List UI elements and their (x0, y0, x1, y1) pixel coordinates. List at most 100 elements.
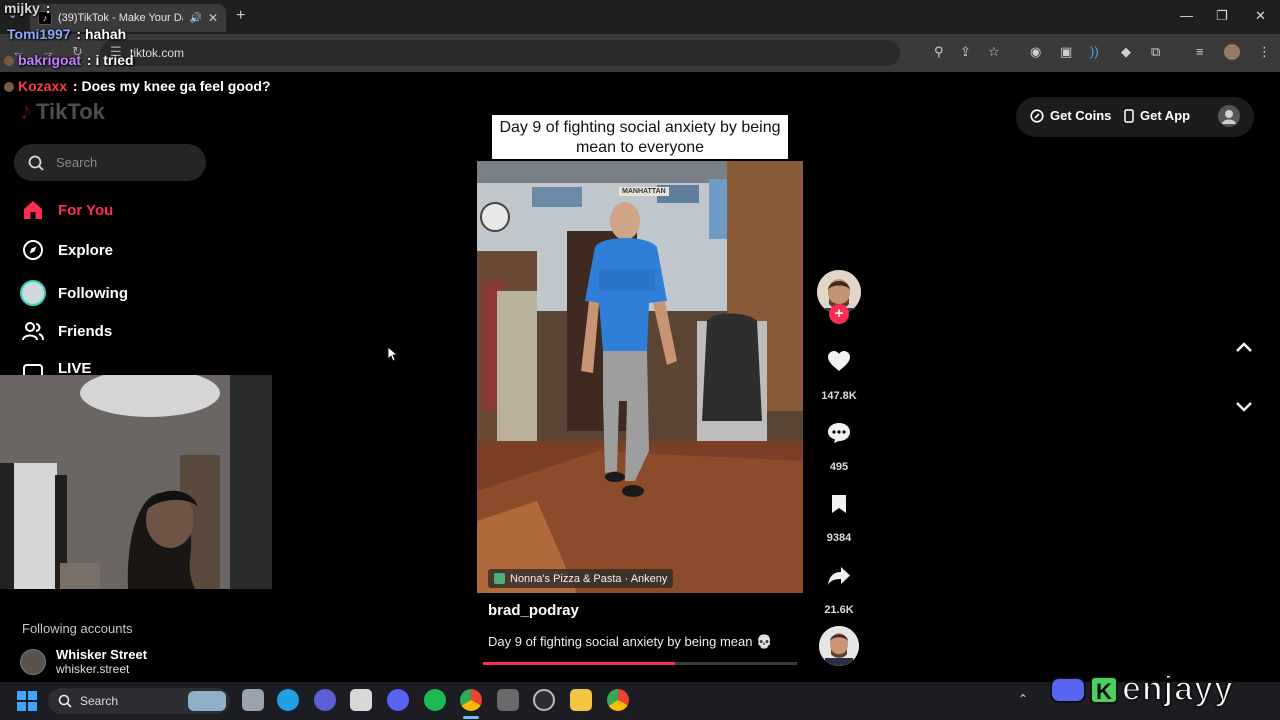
zoom-icon[interactable]: ⚲ (934, 44, 944, 60)
calculator-icon[interactable] (497, 689, 519, 711)
get-coins-button[interactable]: Get Coins (1030, 108, 1111, 123)
minimize-button[interactable]: — (1180, 8, 1193, 23)
compass-icon (22, 239, 44, 261)
nav-label: Following (58, 284, 128, 302)
save-count: 9384 (826, 532, 852, 544)
share-count: 21.6K (824, 604, 854, 616)
video-overlay-caption: Day 9 of fighting social anxiety by bein… (492, 115, 788, 159)
chat-user: Kozaxx (18, 78, 68, 94)
search-icon (58, 694, 72, 708)
sound-avatar[interactable] (819, 626, 859, 666)
url-text[interactable]: tiktok.com (130, 46, 184, 60)
chat-user: bakrigoat (18, 52, 82, 68)
sign-text: MANHATTAN (619, 187, 669, 196)
home-icon (22, 199, 44, 221)
chrome-icon[interactable] (460, 689, 482, 711)
windows-start-icon[interactable] (17, 691, 37, 711)
comment-button[interactable] (824, 418, 854, 448)
chat-text: i tried (95, 52, 134, 68)
logo-text: TikTok (36, 99, 105, 124)
share-button[interactable] (824, 561, 854, 591)
snipping-tool-icon[interactable] (350, 689, 372, 711)
avatar (20, 648, 46, 675)
follow-plus-button[interactable]: + (829, 304, 849, 324)
bookmark-icon (832, 495, 846, 513)
tray-overflow-icon[interactable]: ⌃ (1018, 692, 1028, 706)
streamer-webcam (0, 375, 272, 589)
vpn-icon[interactable] (314, 689, 336, 711)
account-name: Whisker Street (56, 647, 148, 662)
search-input[interactable]: Search (14, 144, 206, 181)
chat-user: Tomi1997 (7, 26, 71, 42)
heart-icon (828, 351, 850, 371)
kick-logo-icon: K (1090, 675, 1118, 704)
location-tag[interactable]: Nonna's Pizza & Pasta · Ankeny (488, 569, 674, 588)
nav-label: LIVE (58, 360, 92, 375)
video-author[interactable]: brad_podray (488, 602, 579, 619)
like-button[interactable] (824, 346, 854, 376)
coin-icon (1030, 108, 1044, 123)
chat-message: Kozaxx : Does my knee ga feel good? (4, 78, 271, 94)
clock-app-icon[interactable] (533, 689, 555, 711)
chat-badge-icon (4, 56, 14, 67)
browser-menu-icon[interactable]: ⋮ (1258, 44, 1271, 60)
nav-for-you[interactable]: For You (22, 199, 113, 221)
edge-icon[interactable] (277, 689, 299, 711)
get-coins-label: Get Coins (1050, 108, 1112, 123)
spotify-icon[interactable] (424, 689, 446, 711)
tiktok-note-icon: ♪ (20, 98, 32, 125)
extension-icon[interactable]: ▣ (1060, 44, 1072, 60)
taskbar-search[interactable]: Search (48, 688, 230, 714)
taskbar-search-label: Search (80, 694, 119, 708)
comment-count: 495 (829, 461, 849, 473)
profile-avatar-icon[interactable] (1224, 44, 1240, 60)
streamer-brand-overlay: K enjayy (1050, 669, 1234, 709)
extensions-puzzle-icon[interactable]: ⧉ (1151, 44, 1160, 60)
following-account-item[interactable]: Whisker Street whisker.street (20, 647, 147, 676)
discord-icon[interactable] (387, 689, 409, 711)
get-app-button[interactable]: Get App (1124, 108, 1190, 123)
location-text: Nonna's Pizza & Pasta · Ankeny (510, 572, 668, 585)
location-icon (494, 573, 505, 584)
search-placeholder: Search (56, 155, 98, 170)
restore-button[interactable]: ❐ (1216, 8, 1228, 24)
bookmark-star-icon[interactable]: ☆ (988, 44, 1000, 60)
discord-logo-icon (1050, 676, 1086, 703)
tiktok-logo[interactable]: ♪ TikTok (20, 98, 105, 126)
extension-icon[interactable]: ◆ (1121, 44, 1131, 60)
chat-text: hahah (85, 26, 127, 42)
close-tab-icon[interactable]: ✕ (208, 11, 218, 25)
chat-user: mijky (4, 0, 40, 16)
previous-video-button[interactable] (1232, 336, 1256, 360)
install-app-icon[interactable]: ⇪ (960, 44, 971, 60)
phone-icon (1124, 108, 1134, 123)
chat-badge-icon (4, 82, 14, 93)
nav-explore[interactable]: Explore (22, 239, 113, 261)
next-video-button[interactable] (1232, 394, 1256, 418)
nav-friends[interactable]: Friends (22, 320, 112, 342)
nav-following[interactable]: Following (20, 280, 128, 306)
chevron-up-icon (1236, 342, 1252, 352)
audio-playing-icon[interactable]: 🔊 (189, 13, 201, 24)
close-window-button[interactable]: ✕ (1255, 8, 1266, 24)
chat-text: Does my knee ga feel good? (81, 78, 271, 94)
task-view-icon[interactable] (242, 689, 264, 711)
get-app-label: Get App (1140, 108, 1191, 123)
chrome-profile-icon[interactable] (607, 689, 629, 711)
extension-icon[interactable]: ◉ (1030, 44, 1041, 60)
chevron-down-icon (1236, 402, 1252, 412)
like-count: 147.8K (821, 390, 857, 402)
address-bar[interactable] (100, 40, 900, 66)
new-tab-button[interactable]: + (236, 7, 245, 25)
profile-icon[interactable] (1218, 105, 1240, 127)
video-player[interactable]: MANHATTAN (477, 161, 803, 593)
save-button[interactable] (824, 489, 854, 519)
nav-live[interactable]: LIVE (22, 360, 91, 375)
extension-icon[interactable]: )) (1090, 44, 1099, 59)
comment-icon (828, 423, 850, 443)
file-explorer-icon[interactable] (570, 689, 592, 711)
following-icon (20, 280, 46, 306)
video-progress-bar[interactable] (483, 662, 797, 665)
search-highlight-icon (188, 691, 226, 711)
media-control-icon[interactable]: ≡ (1196, 44, 1204, 59)
